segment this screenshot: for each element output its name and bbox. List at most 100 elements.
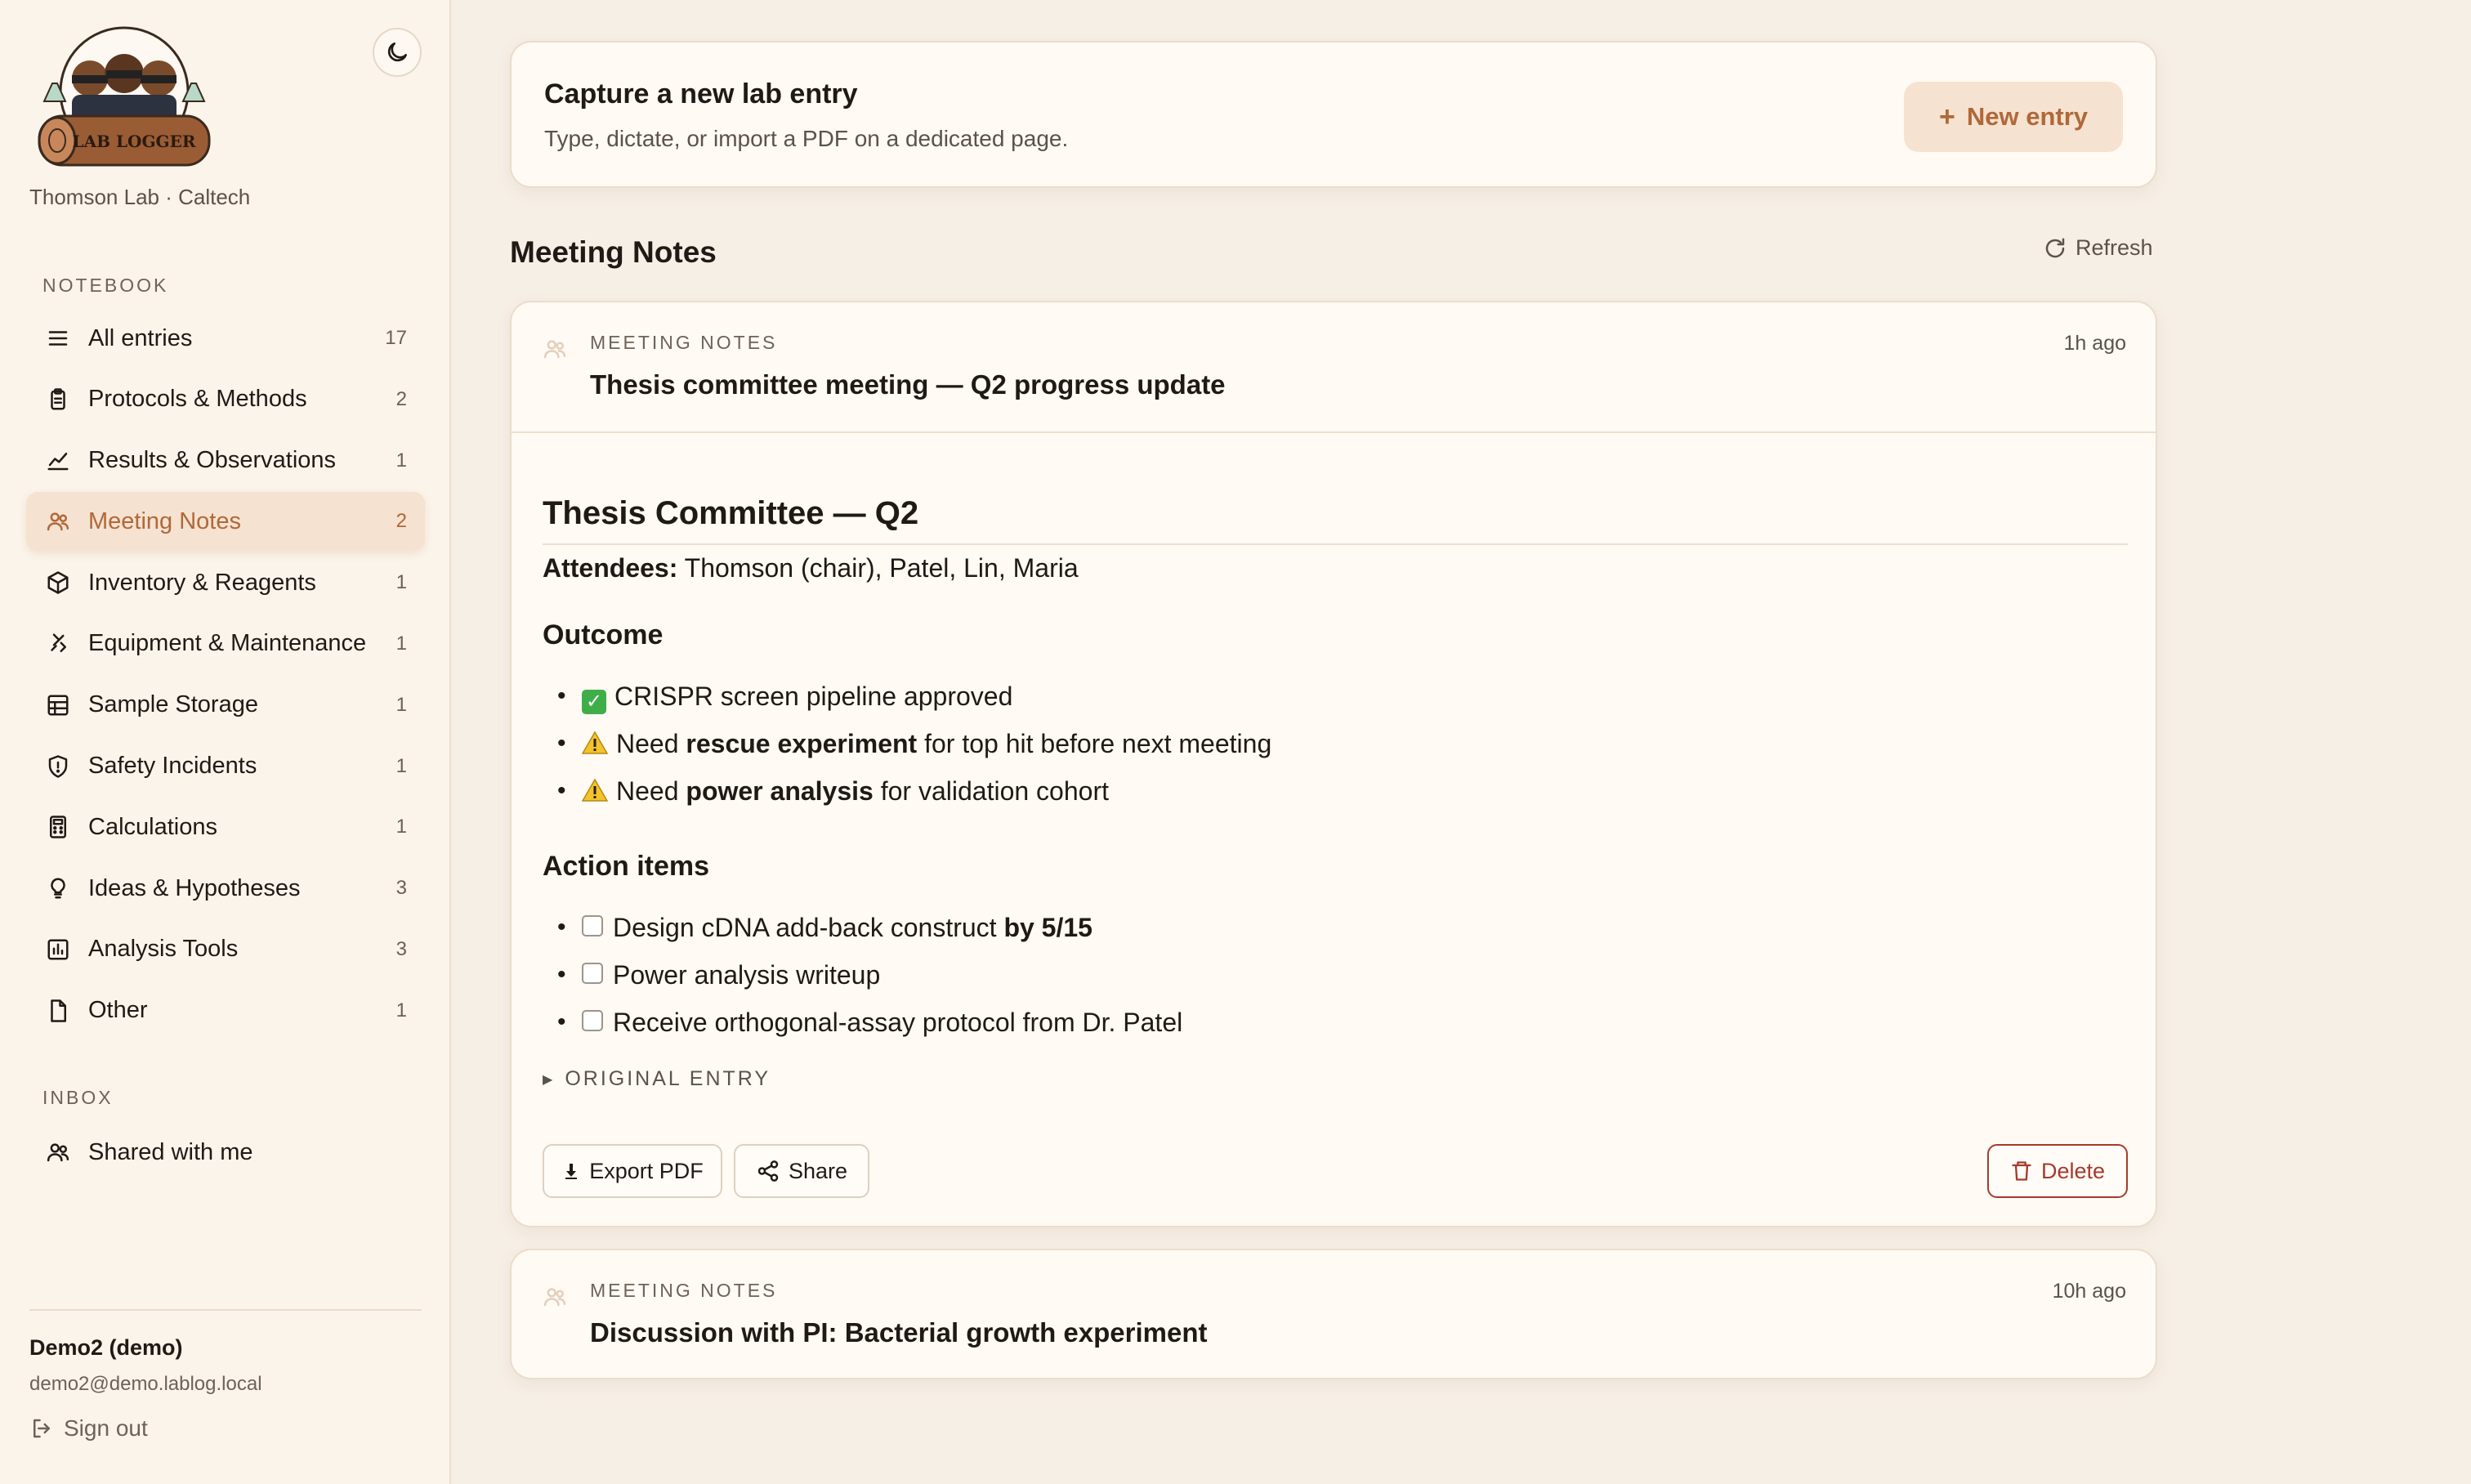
- item-bold: by 5/15: [1003, 913, 1093, 942]
- task-checkbox[interactable]: [582, 915, 603, 936]
- sidebar-item-count: 1: [395, 449, 407, 472]
- entry-content: Thesis Committee — Q2 Attendees: Thomson…: [543, 495, 2128, 1091]
- notebook-nav: All entries 17 Protocols & Methods 2 Res…: [26, 309, 425, 1043]
- sign-out-button[interactable]: Sign out: [29, 1415, 148, 1442]
- sidebar-item-inventory[interactable]: Inventory & Reagents 1: [26, 553, 425, 612]
- inbox-nav: Shared with me: [26, 1123, 425, 1184]
- refresh-button[interactable]: Refresh: [2043, 235, 2153, 261]
- user-name: Demo2 (demo): [29, 1335, 183, 1360]
- entry-title: Thesis committee meeting — Q2 progress u…: [590, 369, 1226, 400]
- sidebar-item-protocols[interactable]: Protocols & Methods 2: [26, 370, 425, 429]
- bar-chart-icon: [44, 936, 72, 963]
- users-icon: [44, 1138, 72, 1166]
- grid-icon: [44, 691, 72, 719]
- refresh-icon: [2045, 238, 2065, 257]
- export-pdf-button[interactable]: Export PDF: [543, 1144, 722, 1198]
- item-text: CRISPR screen pipeline approved: [614, 682, 1013, 711]
- entry-card[interactable]: MEETING NOTES 10h ago Discussion with PI…: [510, 1249, 2157, 1379]
- sidebar-item-other[interactable]: Other 1: [26, 981, 425, 1040]
- attendees-value: Thomson (chair), Patel, Lin, Maria: [684, 553, 1079, 583]
- sidebar-item-analysis-tools[interactable]: Analysis Tools 3: [26, 920, 425, 979]
- sidebar-item-count: 1: [395, 693, 407, 716]
- share-button[interactable]: Share: [734, 1144, 869, 1198]
- action-items-list: Design cDNA add-back construct by 5/15 P…: [543, 904, 2128, 1046]
- entry-timestamp: 10h ago: [2052, 1280, 2126, 1303]
- new-entry-button[interactable]: + New entry: [1904, 82, 2123, 152]
- export-pdf-label: Export PDF: [589, 1158, 704, 1183]
- capture-title: Capture a new lab entry: [544, 78, 858, 110]
- sidebar-item-count: 1: [395, 632, 407, 655]
- sidebar-item-label: Results & Observations: [88, 447, 337, 474]
- sidebar-item-label: Analysis Tools: [88, 936, 239, 963]
- item-bold: rescue experiment: [686, 729, 918, 758]
- sidebar-item-calculations[interactable]: Calculations 1: [26, 798, 425, 856]
- sidebar-item-count: 2: [395, 387, 407, 410]
- user-panel: Demo2 (demo) demo2@demo.lablog.local Sig…: [29, 1309, 422, 1441]
- sidebar-item-count: 2: [395, 510, 407, 533]
- action-items-heading: Action items: [543, 851, 710, 882]
- users-icon: [44, 507, 72, 535]
- sidebar-item-count: 3: [395, 937, 407, 960]
- page-title: Meeting Notes: [510, 235, 717, 269]
- delete-button[interactable]: Delete: [1987, 1144, 2128, 1198]
- sidebar-item-count: 1: [395, 816, 407, 838]
- task-checkbox[interactable]: [582, 1010, 603, 1031]
- list-item: Power analysis writeup: [543, 951, 2128, 999]
- sidebar-item-safety[interactable]: Safety Incidents 1: [26, 737, 425, 796]
- attendees-line: Attendees: Thomson (chair), Patel, Lin, …: [543, 553, 2128, 583]
- entry-actions: Export PDF Share Delete: [543, 1144, 2128, 1200]
- capture-subtitle: Type, dictate, or import a PDF on a dedi…: [544, 126, 1069, 151]
- item-text: for validation cohort: [873, 776, 1109, 806]
- wrench-icon: [44, 630, 72, 658]
- notebook-section-label: NOTEBOOK: [42, 275, 169, 296]
- sidebar-item-count: 1: [395, 999, 407, 1021]
- logo-wordmark: LAB LOGGER: [73, 132, 196, 151]
- lab-logger-logo[interactable]: LAB LOGGER: [33, 26, 216, 170]
- sidebar-item-count: 17: [385, 327, 407, 349]
- share-label: Share: [788, 1158, 848, 1183]
- sidebar-item-count: 3: [395, 877, 407, 900]
- sign-out-icon: [34, 1419, 50, 1438]
- sidebar-item-ideas[interactable]: Ideas & Hypotheses 3: [26, 859, 425, 918]
- users-icon: [543, 1285, 567, 1313]
- item-text: Design cDNA add-back construct: [613, 913, 1004, 942]
- item-text: for top hit before next meeting: [917, 729, 1272, 758]
- sidebar-item-meeting-notes[interactable]: Meeting Notes 2: [26, 492, 425, 552]
- inbox-section-label: INBOX: [42, 1087, 114, 1108]
- sidebar-item-all-entries[interactable]: All entries 17: [26, 309, 425, 368]
- check-mark-icon: ✓: [582, 690, 606, 714]
- sidebar-item-label: Ideas & Hypotheses: [88, 874, 301, 901]
- outcome-list: ✓ CRISPR screen pipeline approved Need re…: [543, 673, 2128, 815]
- entry-header[interactable]: MEETING NOTES 1h ago Thesis committee me…: [512, 302, 2156, 433]
- original-entry-toggle[interactable]: ▶ ORIGINAL ENTRY: [543, 1067, 2128, 1091]
- entry-card[interactable]: MEETING NOTES 1h ago Thesis committee me…: [510, 301, 2157, 1227]
- file-icon: [44, 997, 72, 1025]
- list-item: Need rescue experiment for top hit befor…: [543, 720, 2128, 767]
- sidebar-item-results[interactable]: Results & Observations 1: [26, 431, 425, 490]
- share-icon: [757, 1160, 779, 1182]
- caret-right-icon: ▶: [543, 1072, 556, 1087]
- box-icon: [44, 569, 72, 597]
- entry-category: MEETING NOTES: [590, 1280, 778, 1301]
- task-checkbox[interactable]: [582, 963, 603, 984]
- trash-icon: [2012, 1161, 2031, 1181]
- sidebar-item-label: Inventory & Reagents: [88, 569, 316, 596]
- sidebar-item-label: Meeting Notes: [88, 507, 241, 534]
- sidebar-item-label: Other: [88, 997, 148, 1024]
- sidebar-item-equipment[interactable]: Equipment & Maintenance 1: [26, 615, 425, 673]
- sidebar-item-count: 1: [395, 754, 407, 777]
- item-text: Need: [616, 729, 686, 758]
- attendees-label: Attendees:: [543, 553, 678, 583]
- sidebar: LAB LOGGER Thomson Lab · Caltech NOTEBOO…: [0, 0, 451, 1484]
- item-text: Receive orthogonal-assay protocol from D…: [613, 1008, 1183, 1037]
- item-text: Power analysis writeup: [613, 960, 881, 990]
- theme-toggle-button[interactable]: [373, 28, 422, 77]
- entry-title: Discussion with PI: Bacterial growth exp…: [590, 1317, 1208, 1348]
- warning-icon: [582, 731, 608, 754]
- sidebar-item-shared-with-me[interactable]: Shared with me: [26, 1123, 425, 1182]
- item-text: Need: [616, 776, 686, 806]
- entry-category: MEETING NOTES: [590, 332, 778, 353]
- shield-icon: [44, 753, 72, 780]
- list-item: Design cDNA add-back construct by 5/15: [543, 904, 2128, 951]
- sidebar-item-sample-storage[interactable]: Sample Storage 1: [26, 676, 425, 735]
